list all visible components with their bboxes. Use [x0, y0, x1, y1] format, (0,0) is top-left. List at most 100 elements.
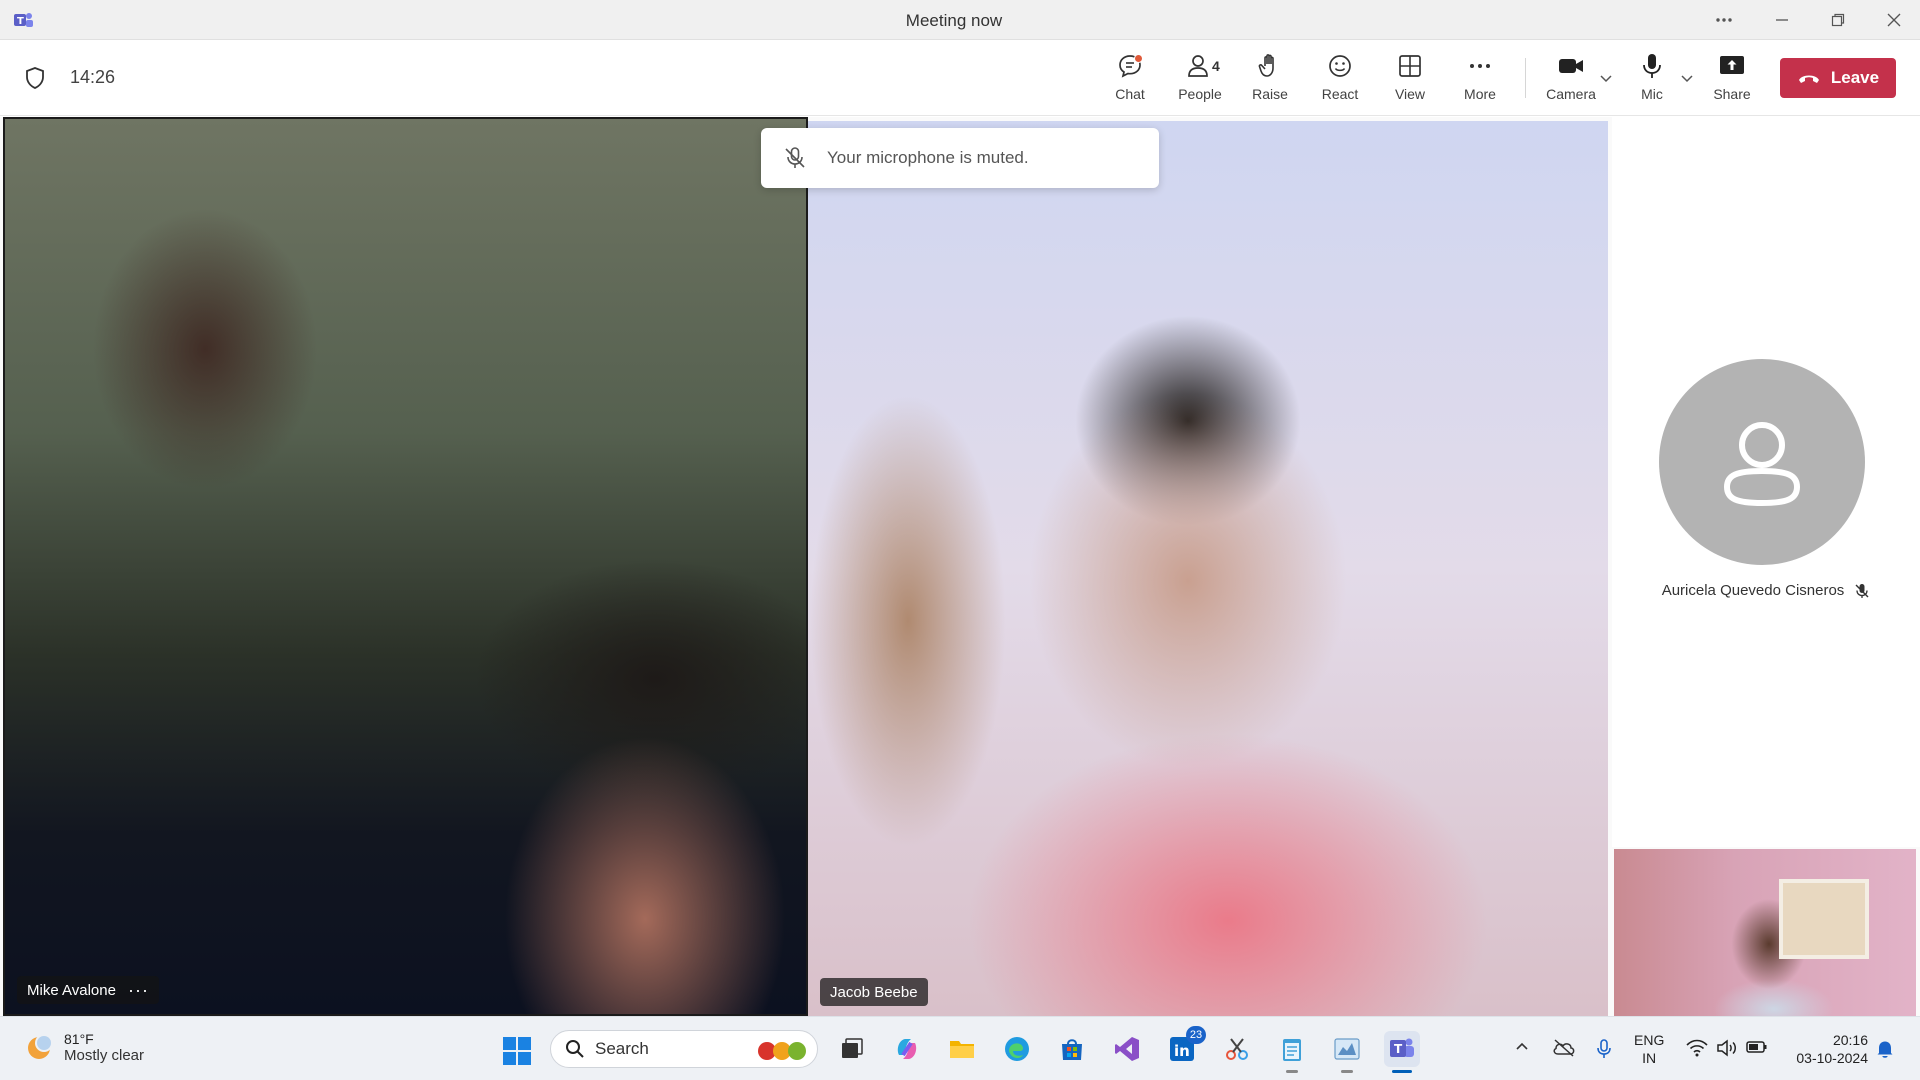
avatar[interactable] — [1659, 359, 1865, 565]
language-code: ENG — [1634, 1032, 1665, 1048]
participant-name-row: Auricela Quevedo Cisneros — [1612, 582, 1920, 599]
teams-taskbar-icon[interactable]: T — [1384, 1031, 1420, 1073]
more-label: More — [1464, 86, 1496, 102]
participant-name: Mike Avalone — [27, 981, 116, 999]
wifi-icon[interactable] — [1686, 1039, 1708, 1062]
chat-notification-dot — [1134, 54, 1143, 63]
close-button[interactable] — [1876, 8, 1912, 32]
hand-icon — [1258, 54, 1274, 77]
title-bar: T Meeting now — [0, 0, 1920, 40]
clock-date: 03-10-2024 — [1796, 1050, 1868, 1066]
chat-button[interactable]: Chat — [1098, 52, 1162, 108]
linkedin-icon[interactable]: in 23 — [1164, 1026, 1206, 1067]
meeting-toolbar: 14:26 Chat 4 People Raise React View Mor… — [0, 40, 1920, 116]
notification-bell-icon[interactable] — [1876, 1039, 1894, 1064]
chat-label: Chat — [1115, 86, 1145, 102]
view-button[interactable]: View — [1378, 52, 1442, 108]
window-title: Meeting now — [905, 11, 1003, 30]
svg-text:T: T — [1394, 1042, 1403, 1056]
share-button[interactable]: Share — [1700, 52, 1764, 108]
raise-hand-button[interactable]: Raise — [1238, 52, 1302, 108]
toast-message: Your microphone is muted. — [827, 148, 1029, 167]
video-tile-jacob-beebe[interactable]: Jacob Beebe — [808, 121, 1608, 1016]
notepad-icon[interactable] — [1274, 1031, 1310, 1073]
more-button[interactable]: More — [1448, 52, 1512, 108]
react-button[interactable]: React — [1308, 52, 1372, 108]
self-view-video[interactable] — [1614, 849, 1916, 1016]
active-indicator — [1392, 1070, 1412, 1073]
file-explorer-icon[interactable] — [944, 1031, 980, 1067]
meeting-stage: Mike Avalone ··· Jacob Beebe Your microp… — [0, 117, 1920, 1016]
windows-start-icon[interactable] — [503, 1037, 531, 1070]
onedrive-offline-icon[interactable] — [1552, 1039, 1576, 1062]
edge-browser-icon[interactable] — [999, 1031, 1035, 1067]
share-screen-icon — [1720, 56, 1744, 74]
leave-button[interactable]: Leave — [1780, 58, 1896, 98]
people-count: 4 — [1212, 58, 1220, 74]
grid-view-icon — [1399, 55, 1421, 77]
camera-button[interactable]: Camera — [1539, 52, 1603, 108]
person-placeholder-icon — [1723, 422, 1801, 507]
taskbar: 81°F Mostly clear Search in 23 T ENG IN … — [0, 1016, 1920, 1080]
participant-more-options[interactable]: ··· — [128, 981, 149, 999]
meeting-timer: 14:26 — [70, 67, 116, 87]
view-label: View — [1394, 86, 1426, 102]
people-label: People — [1178, 86, 1222, 102]
system-clock[interactable]: 20:16 03-10-2024 — [1786, 1031, 1868, 1067]
people-icon — [1188, 55, 1208, 77]
snipping-tool-icon[interactable] — [1219, 1031, 1255, 1067]
mic-label: Mic — [1641, 86, 1663, 102]
taskbar-search[interactable]: Search — [550, 1030, 818, 1068]
more-options-icon[interactable] — [1706, 8, 1742, 32]
linkedin-notification-badge: 23 — [1186, 1026, 1206, 1044]
battery-icon[interactable] — [1746, 1039, 1768, 1060]
hang-up-icon — [1798, 75, 1819, 83]
video-tile-mike-avalone[interactable]: Mike Avalone ··· — [3, 117, 808, 1016]
task-view-icon[interactable] — [834, 1031, 870, 1067]
more-dots-icon — [1470, 64, 1490, 68]
participant-name: Jacob Beebe — [830, 983, 918, 1001]
weather-temperature: 81°F — [64, 1031, 94, 1047]
audio-only-participant-panel: Auricela Quevedo Cisneros — [1612, 117, 1920, 847]
camera-options-chevron-icon[interactable] — [1598, 70, 1614, 86]
microphone-in-use-icon[interactable] — [1596, 1039, 1612, 1064]
show-hidden-icons-chevron-icon[interactable] — [1514, 1039, 1530, 1060]
svg-text:in: in — [1174, 1042, 1190, 1060]
running-indicator — [1286, 1070, 1298, 1073]
mic-options-chevron-icon[interactable] — [1679, 70, 1695, 86]
leave-label: Leave — [1830, 68, 1880, 87]
visual-studio-icon[interactable] — [1109, 1031, 1145, 1067]
background-window — [1779, 879, 1869, 959]
restore-button[interactable] — [1820, 8, 1856, 32]
participant-name: Auricela Quevedo Cisneros — [1661, 582, 1845, 599]
smiley-icon — [1329, 55, 1351, 77]
people-button[interactable]: 4 People — [1168, 52, 1232, 108]
share-label: Share — [1713, 86, 1751, 102]
microsoft-store-icon[interactable] — [1054, 1031, 1090, 1067]
moon-weather-icon — [28, 1033, 53, 1059]
shield-icon[interactable] — [24, 66, 46, 95]
microphone-icon — [1643, 54, 1661, 78]
search-label: Search — [595, 1039, 649, 1058]
language-indicator[interactable]: ENG IN — [1634, 1031, 1664, 1067]
mic-button[interactable]: Mic — [1620, 52, 1684, 108]
mic-muted-toast: Your microphone is muted. — [761, 128, 1159, 188]
camera-label: Camera — [1546, 86, 1596, 102]
mic-muted-icon — [1855, 583, 1869, 598]
fruit-highlight-icon — [758, 1042, 806, 1060]
running-indicator — [1341, 1070, 1353, 1073]
language-region: IN — [1642, 1050, 1657, 1066]
clock-time: 20:16 — [1832, 1032, 1868, 1048]
react-label: React — [1321, 86, 1359, 102]
camera-icon — [1559, 59, 1583, 73]
copilot-icon[interactable] — [889, 1031, 925, 1067]
photos-chart-app-icon[interactable] — [1329, 1031, 1365, 1073]
minimize-button[interactable] — [1764, 8, 1800, 32]
participant-nametag: Jacob Beebe — [820, 978, 928, 1006]
weather-widget[interactable]: 81°F Mostly clear — [24, 1031, 144, 1064]
volume-icon[interactable] — [1716, 1039, 1738, 1062]
mic-muted-icon — [785, 147, 805, 168]
weather-description: Mostly clear — [64, 1047, 145, 1064]
participant-nametag: Mike Avalone ··· — [17, 976, 159, 1004]
raise-label: Raise — [1252, 86, 1288, 102]
